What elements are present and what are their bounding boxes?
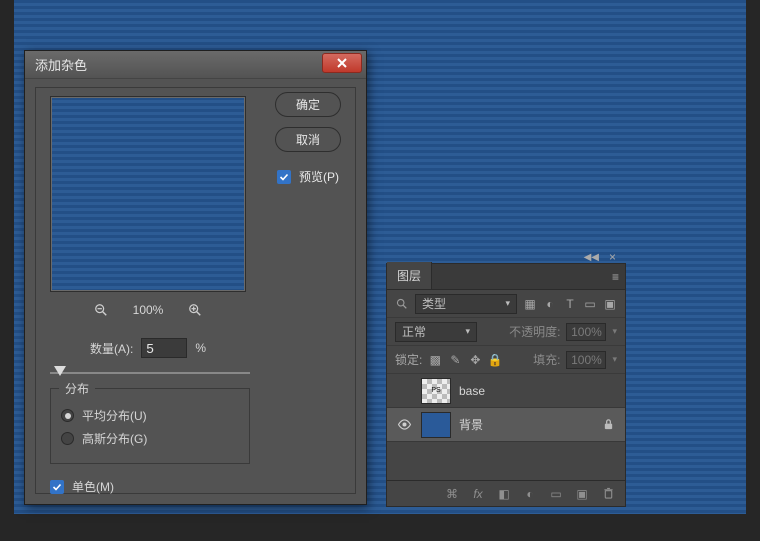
chevron-down-icon[interactable]: ▾	[612, 326, 617, 337]
fill-value[interactable]: 100%	[566, 351, 606, 369]
chevron-down-icon[interactable]: ▾	[612, 354, 617, 365]
amount-row: 数量(A): %	[50, 338, 246, 358]
layers-tab[interactable]: 图层	[387, 262, 432, 289]
blend-mode-value: 正常	[402, 323, 426, 340]
new-layer-icon[interactable]: ▣	[575, 487, 589, 501]
check-icon	[52, 482, 62, 492]
ok-button[interactable]: 确定	[275, 92, 341, 117]
gaussian-label: 高斯分布(G)	[82, 430, 147, 447]
lock-label: 锁定:	[395, 351, 422, 368]
lock-position-icon[interactable]: ✥	[468, 353, 482, 367]
zoom-controls: 100%	[50, 302, 246, 318]
uniform-radio-row[interactable]: 平均分布(U)	[61, 407, 239, 424]
zoom-in-icon[interactable]	[187, 302, 203, 318]
blend-mode-dropdown[interactable]: 正常 ▾	[395, 322, 477, 342]
chevron-down-icon: ▾	[465, 326, 470, 337]
amount-input[interactable]	[141, 338, 187, 358]
gaussian-radio[interactable]	[61, 432, 74, 445]
search-icon[interactable]	[395, 297, 409, 311]
lock-transparency-icon[interactable]: ▩	[428, 353, 442, 367]
layer-item[interactable]: 背景	[387, 408, 625, 442]
visibility-toggle[interactable]	[395, 419, 413, 430]
monochrome-checkbox[interactable]	[50, 480, 64, 494]
group-icon[interactable]: ▭	[549, 487, 563, 501]
monochrome-label: 单色(M)	[72, 478, 114, 495]
zoom-out-icon[interactable]	[93, 302, 109, 318]
distribution-group: 分布 平均分布(U) 高斯分布(G)	[50, 388, 250, 464]
check-icon	[279, 172, 289, 182]
layer-thumbnail[interactable]: PS	[421, 378, 451, 404]
opacity-label: 不透明度:	[509, 323, 560, 340]
filter-smart-icon[interactable]: ▣	[603, 297, 617, 311]
preview-checkbox[interactable]	[277, 170, 291, 184]
adjustment-icon[interactable]: ◐	[523, 487, 537, 501]
mask-icon[interactable]: ◧	[497, 487, 511, 501]
slider-thumb[interactable]	[54, 366, 66, 376]
layer-name[interactable]: 背景	[459, 416, 591, 433]
fx-icon[interactable]: fx	[471, 487, 485, 501]
lock-all-icon[interactable]: 🔒	[488, 353, 502, 367]
trash-icon[interactable]	[601, 487, 615, 501]
panel-close-icon[interactable]: ×	[609, 250, 616, 264]
panel-footer: ⌘ fx ◧ ◐ ▭ ▣	[387, 480, 625, 506]
fill-label: 填充:	[533, 351, 560, 368]
cancel-button[interactable]: 取消	[275, 127, 341, 152]
filter-type-dropdown[interactable]: 类型 ▾	[415, 294, 517, 314]
zoom-level: 100%	[133, 303, 164, 317]
close-button[interactable]	[322, 53, 362, 73]
dialog-right-column: 确定 取消 预览(P)	[267, 92, 349, 185]
amount-unit: %	[195, 341, 206, 355]
panel-tabs: 图层 ≡	[387, 264, 625, 290]
filter-type-icon[interactable]: T	[563, 297, 577, 311]
amount-label: 数量(A):	[90, 340, 133, 357]
preview-checkbox-row[interactable]: 预览(P)	[277, 168, 339, 185]
dialog-title: 添加杂色	[35, 55, 87, 74]
chevron-down-icon: ▾	[505, 298, 510, 309]
filter-type-label: 类型	[422, 295, 446, 312]
filter-row: 类型 ▾ ▦ ◐ T ▭ ▣	[387, 290, 625, 318]
preview-label: 预览(P)	[299, 168, 339, 185]
lock-row: 锁定: ▩ ✎ ✥ 🔒 填充: 100% ▾	[387, 346, 625, 374]
gaussian-radio-row[interactable]: 高斯分布(G)	[61, 430, 239, 447]
filter-adjust-icon[interactable]: ◐	[543, 297, 557, 311]
blend-row: 正常 ▾ 不透明度: 100% ▾	[387, 318, 625, 346]
layers-panel-wrap: ◀◀ × 图层 ≡ 类型 ▾ ▦ ◐ T ▭ ▣ 正常 ▾ 不透	[386, 251, 626, 507]
lock-brush-icon[interactable]: ✎	[448, 353, 462, 367]
uniform-label: 平均分布(U)	[82, 407, 147, 424]
panel-menu-icon[interactable]: ≡	[612, 270, 619, 284]
layer-thumbnail[interactable]	[421, 412, 451, 438]
close-icon	[336, 57, 348, 69]
eye-icon	[397, 419, 412, 430]
dialog-body: 100% 确定 取消 预览(P) 数量(A): % 分布	[35, 87, 356, 494]
layers-panel: 图层 ≡ 类型 ▾ ▦ ◐ T ▭ ▣ 正常 ▾ 不透明度: 100% ▾	[386, 263, 626, 507]
slider-track	[50, 372, 250, 374]
collapse-icon[interactable]: ◀◀	[584, 252, 599, 263]
opacity-value[interactable]: 100%	[566, 323, 606, 341]
link-layers-icon[interactable]: ⌘	[445, 487, 459, 501]
layer-name[interactable]: base	[459, 384, 591, 398]
dialog-titlebar[interactable]: 添加杂色	[25, 51, 366, 79]
uniform-radio[interactable]	[61, 409, 74, 422]
preview-image[interactable]	[50, 96, 246, 292]
layer-item[interactable]: PS base	[387, 374, 625, 408]
filter-pixel-icon[interactable]: ▦	[523, 297, 537, 311]
distribution-legend: 分布	[59, 380, 95, 397]
layer-list: PS base 背景	[387, 374, 625, 480]
add-noise-dialog: 添加杂色 100% 确定 取消 预览(P)	[24, 50, 367, 505]
filter-shape-icon[interactable]: ▭	[583, 297, 597, 311]
lock-icon	[599, 418, 617, 431]
monochrome-row[interactable]: 单色(M)	[50, 478, 114, 495]
